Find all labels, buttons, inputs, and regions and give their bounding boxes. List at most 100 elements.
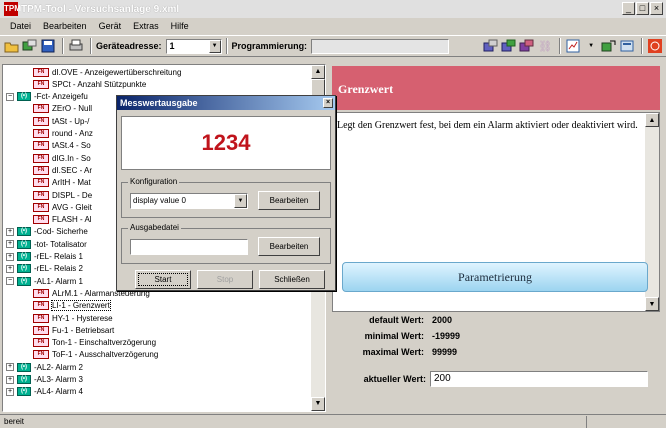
current-value-label: aktueller Wert: (363, 374, 426, 384)
konfiguration-bearbeiten-button[interactable]: Bearbeiten (258, 191, 320, 210)
chevron-down-icon[interactable]: ▼ (208, 39, 221, 53)
default-value-label: default Wert: (369, 315, 424, 325)
ausgabedatei-group: Ausgabedatei Bearbeiten (121, 223, 331, 264)
tree-item-group[interactable]: + (•) -AL4- Alarm 4 (6, 386, 83, 398)
programmierung-progress (311, 38, 450, 54)
tree-item-function[interactable]: FN LI-1 - Grenzwert (33, 300, 111, 312)
tree-item-function[interactable]: FN ArItH - Mat (33, 177, 91, 189)
chevron-down-icon[interactable]: ▼ (234, 194, 247, 208)
scroll-down-icon[interactable]: ▼ (311, 397, 325, 411)
parameter-header: Grenzwert (332, 66, 660, 110)
group-icon: (•) (17, 239, 31, 249)
tree-item-label: SPCt - Anzahl Stützpunkte (52, 79, 147, 89)
tree-item-function[interactable]: FN ZErO - Null (33, 103, 92, 115)
ausgabedatei-bearbeiten-button[interactable]: Bearbeiten (258, 237, 320, 256)
measure-icon[interactable] (565, 38, 581, 54)
maximize-button[interactable]: □ (636, 2, 649, 15)
geraeteadresse-combo[interactable]: 1 ▼ (165, 38, 222, 54)
tree-item-function[interactable]: FN Ton-1 - Einschaltverzögerung (33, 337, 156, 349)
scroll-down-icon[interactable]: ▼ (645, 297, 659, 311)
tree-item-function[interactable]: FN round - Anz (33, 128, 93, 140)
tree-item-group[interactable]: − (•) -AL1- Alarm 1 (6, 275, 83, 287)
menu-bearbeiten[interactable]: Bearbeiten (37, 21, 93, 31)
function-icon: FN (33, 202, 49, 212)
tree-item-label: ZErO - Null (52, 104, 92, 114)
expand-icon[interactable]: + (6, 240, 14, 249)
function-icon: FN (33, 104, 49, 114)
tree-item-function[interactable]: FN SPCt - Anzahl Stützpunkte (33, 78, 146, 90)
open-folder-icon[interactable] (4, 38, 20, 54)
parametrierung-button[interactable]: Parametrierung (342, 262, 648, 292)
tree-item-function[interactable]: FN AVG - Gleit (33, 201, 92, 213)
tree-item-function[interactable]: FN dIG.In - So (33, 152, 91, 164)
tree-item-group[interactable]: + (•) -rEL- Relais 1 (6, 251, 83, 263)
toolbar: Geräteadresse: 1 ▼ Programmierung: ⛓ ▼ (0, 35, 666, 57)
tree-item-label: -AL4- Alarm 4 (34, 387, 83, 397)
tree-item-group[interactable]: + (•) -AL3- Alarm 3 (6, 374, 83, 386)
title-bar: TPM TPM-Tool - Versuchsanlage 9.xml _ □ … (0, 0, 666, 18)
function-icon: FN (33, 190, 49, 200)
chevron-down-icon[interactable]: ▼ (583, 38, 599, 54)
device-compare-icon[interactable] (519, 38, 535, 54)
device-read-icon[interactable] (483, 38, 499, 54)
tree-item-function[interactable]: FN tASt.4 - So (33, 140, 91, 152)
tree-item-group[interactable]: + (•) -Cod- Sicherhe (6, 226, 88, 238)
dialog-title-bar[interactable]: Messwertausgabe × (117, 96, 335, 110)
dialog-close-icon[interactable]: × (323, 98, 333, 108)
tree-item-group[interactable]: + (•) -rEL- Relais 2 (6, 263, 83, 275)
link-icon[interactable]: ⛓ (537, 38, 553, 54)
print-icon[interactable] (68, 38, 84, 54)
tree-item-group[interactable]: + (•) -tot- Totalisator (6, 238, 87, 250)
expand-icon[interactable]: + (6, 375, 14, 384)
expand-icon[interactable]: + (6, 264, 14, 273)
expand-icon[interactable]: + (6, 252, 14, 261)
start-button[interactable]: Start (135, 270, 191, 289)
tree-item-function[interactable]: FN ToF-1 - Ausschaltverzögerung (33, 349, 158, 361)
tree-item-group[interactable]: + (•) -AL2- Alarm 2 (6, 361, 83, 373)
tree-item-label: dI.OVE - Anzeigewertüberschreitung (52, 67, 182, 77)
display-icon[interactable] (619, 38, 635, 54)
maximal-value-label: maximal Wert: (362, 347, 424, 357)
menu-datei[interactable]: Datei (4, 21, 37, 31)
measurement-display: 1234 (121, 116, 331, 170)
function-icon: FN (33, 215, 49, 225)
toolbar-separator (641, 38, 644, 54)
status-pane (586, 416, 666, 428)
export-icon[interactable] (601, 38, 617, 54)
menu-hilfe[interactable]: Hilfe (165, 21, 195, 31)
ausgabedatei-input[interactable] (130, 239, 248, 255)
tree-item-group[interactable]: − (•) -Fct- Anzeigefu (6, 91, 88, 103)
minimal-value: -19999 (432, 331, 461, 341)
group-icon: (•) (17, 264, 31, 274)
stop-button[interactable]: Stop (197, 270, 253, 289)
save-icon[interactable] (40, 38, 56, 54)
tree-item-function[interactable]: FN Fu-1 - Betriebsart (33, 324, 114, 336)
close-button[interactable]: × (650, 2, 663, 15)
konfiguration-label: Konfiguration (128, 177, 180, 186)
menu-extras[interactable]: Extras (127, 21, 165, 31)
collapse-icon[interactable]: − (6, 277, 14, 286)
tree-item-function[interactable]: FN dI.SEC - Ar (33, 164, 92, 176)
tree-item-function[interactable]: FN tASt - Up-/ (33, 115, 89, 127)
current-value-input[interactable]: 200 (430, 371, 648, 387)
device-write-icon[interactable] (501, 38, 517, 54)
power-icon[interactable] (647, 38, 663, 54)
expand-icon[interactable]: + (6, 387, 14, 396)
konfiguration-select[interactable]: display value 0 ▼ (130, 193, 248, 209)
scroll-up-icon[interactable]: ▲ (311, 65, 325, 79)
tree-item-label: DISPL - De (52, 190, 93, 200)
menu-geraet[interactable]: Gerät (93, 21, 128, 31)
collapse-icon[interactable]: − (6, 92, 14, 101)
expand-icon[interactable]: + (6, 363, 14, 372)
minimize-button[interactable]: _ (622, 2, 635, 15)
tree-item-label: LI-1 - Grenzwert (51, 300, 111, 312)
read-device-icon[interactable] (22, 38, 38, 54)
function-icon: FN (33, 178, 49, 188)
tree-item-function[interactable]: FN dI.OVE - Anzeigewertüberschreitung (33, 66, 181, 78)
tree-item-function[interactable]: FN DISPL - De (33, 189, 92, 201)
scroll-up-icon[interactable]: ▲ (645, 113, 659, 127)
tree-item-function[interactable]: FN FLASH - Al (33, 214, 92, 226)
schliessen-button[interactable]: Schließen (259, 270, 325, 289)
expand-icon[interactable]: + (6, 227, 14, 236)
tree-item-function[interactable]: FN HY-1 - Hysterese (33, 312, 113, 324)
